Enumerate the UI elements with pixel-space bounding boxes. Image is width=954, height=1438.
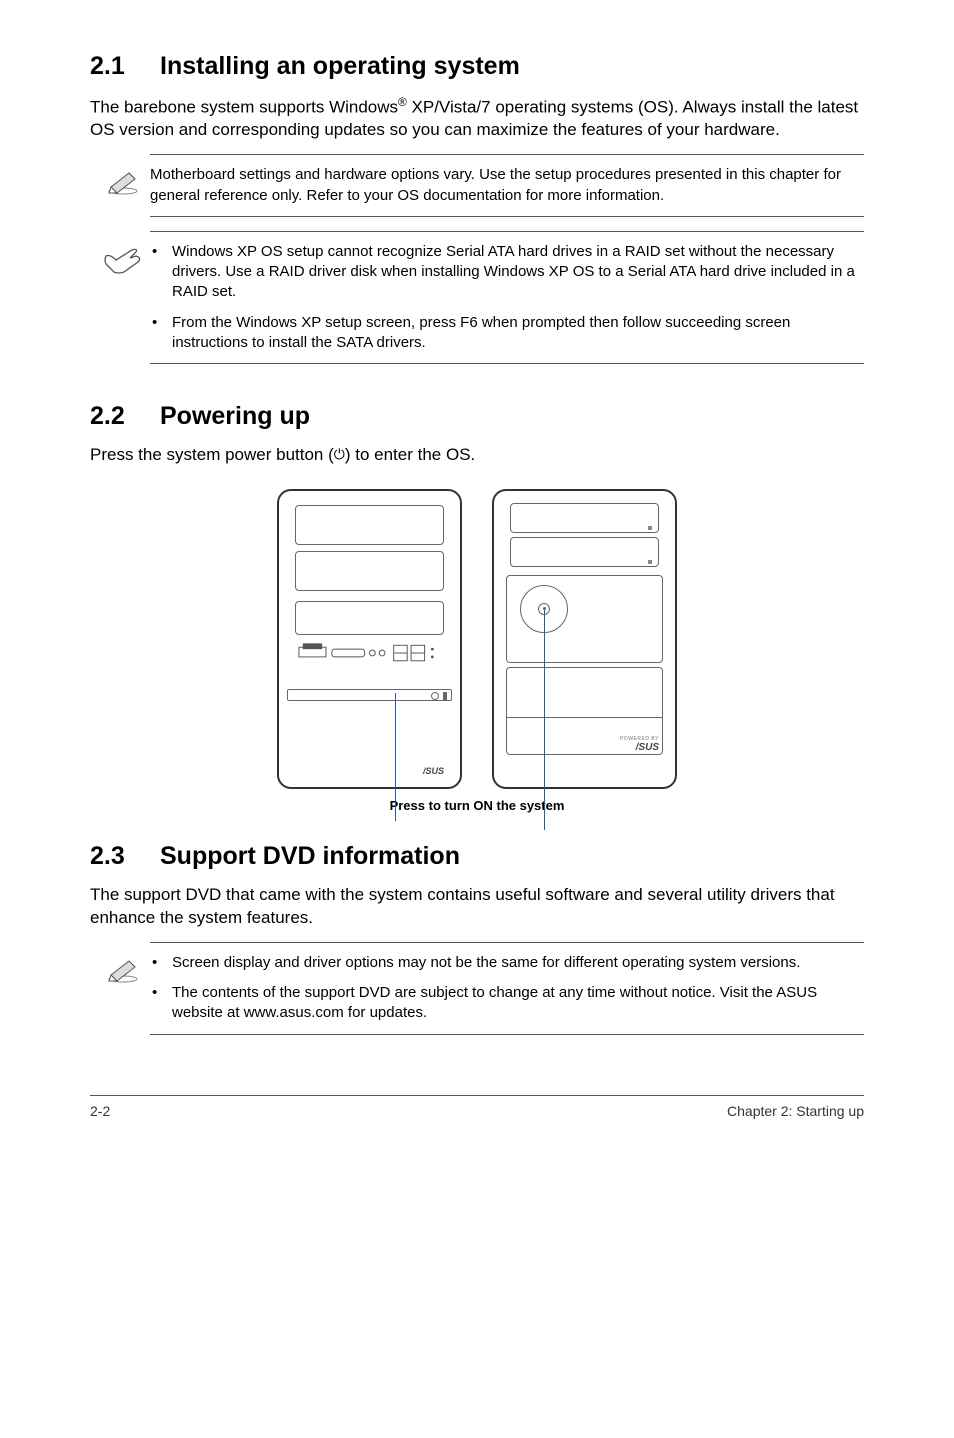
note-3-item-2: The contents of the support DVD are subj… xyxy=(172,983,864,1024)
section-2-2-heading: 2.2Powering up xyxy=(90,400,864,434)
asus-logo-1: /SUS xyxy=(423,765,444,777)
note-block-pencil-1: Motherboard settings and hardware option… xyxy=(150,154,864,217)
section-2-3-heading: 2.3Support DVD information xyxy=(90,840,864,874)
figure-caption: Press to turn ON the system xyxy=(90,797,864,815)
section-2-1-title: Installing an operating system xyxy=(160,52,520,80)
section-2-1-number: 2.1 xyxy=(90,50,160,84)
pencil-icon xyxy=(95,953,150,983)
body-text-pre: The barebone system supports Windows xyxy=(90,97,398,116)
section-2-2-number: 2.2 xyxy=(90,400,160,434)
footer-chapter: Chapter 2: Starting up xyxy=(727,1102,864,1121)
tower-front-1: /SUS xyxy=(277,489,462,789)
powerup-pre: Press the system power button ( xyxy=(90,445,334,464)
note-2-list: Windows XP OS setup cannot recognize Ser… xyxy=(150,242,864,353)
section-2-2-title: Powering up xyxy=(160,402,310,430)
callout-line-1 xyxy=(395,693,396,821)
footer-page-number: 2-2 xyxy=(90,1102,110,1121)
powerup-post: ) to enter the OS. xyxy=(345,445,475,464)
figure-row: /SUS POWERED BY /SUS xyxy=(90,489,864,789)
note-1-text: Motherboard settings and hardware option… xyxy=(150,165,864,206)
pencil-icon xyxy=(95,165,150,195)
note-3-list: Screen display and driver options may no… xyxy=(150,953,864,1024)
note-block-pencil-2: Screen display and driver options may no… xyxy=(150,942,864,1035)
hand-icon xyxy=(95,242,150,276)
section-2-3-title: Support DVD information xyxy=(160,842,460,870)
callout-line-2 xyxy=(544,610,545,830)
registered-mark: ® xyxy=(398,95,407,109)
power-icon: ⏻ xyxy=(334,445,345,464)
section-2-1-body: The barebone system supports Windows® XP… xyxy=(90,94,864,143)
tower-front-2: POWERED BY /SUS xyxy=(492,489,677,789)
asus-logo-2: /SUS xyxy=(636,741,659,755)
note-2-item-1: Windows XP OS setup cannot recognize Ser… xyxy=(172,242,864,303)
section-2-3-body: The support DVD that came with the syste… xyxy=(90,884,864,930)
note-3-item-1: Screen display and driver options may no… xyxy=(172,953,864,973)
section-2-2-body: Press the system power button (⏻) to ent… xyxy=(90,444,864,467)
section-2-1-heading: 2.1Installing an operating system xyxy=(90,50,864,84)
section-2-3-number: 2.3 xyxy=(90,840,160,874)
note-2-item-2: From the Windows XP setup screen, press … xyxy=(172,313,864,354)
note-block-hand: Windows XP OS setup cannot recognize Ser… xyxy=(150,231,864,364)
page-footer: 2-2 Chapter 2: Starting up xyxy=(90,1095,864,1121)
